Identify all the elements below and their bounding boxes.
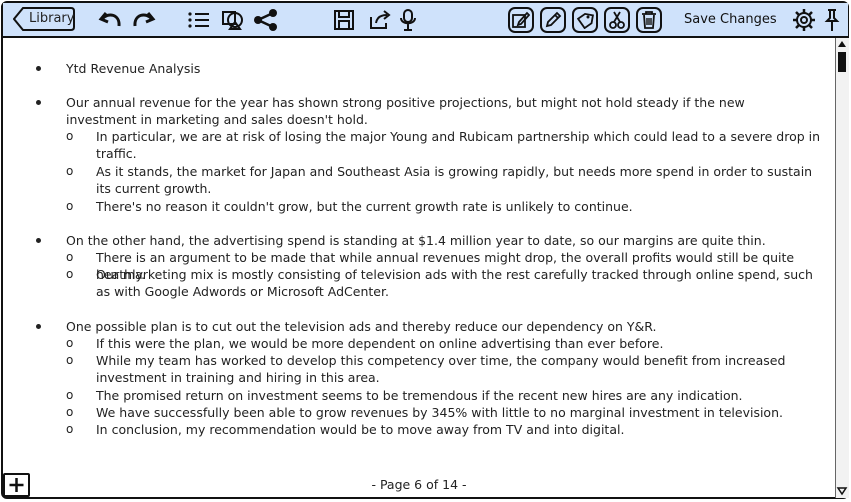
sub-bullet-marker: o xyxy=(66,164,74,178)
vertical-scrollbar[interactable] xyxy=(835,38,849,498)
trash-icon[interactable] xyxy=(636,7,662,33)
sub-bullet-marker: o xyxy=(66,353,74,367)
document-content: Ytd Revenue Analysis Our annual revenue f… xyxy=(3,38,835,496)
page-indicator: - Page 6 of 14 - xyxy=(371,477,467,492)
toolbar: Library Save Changes xyxy=(3,3,848,38)
sub-bullet-text: There's no reason it couldn't grow, but … xyxy=(96,199,633,214)
tag-icon[interactable] xyxy=(572,7,598,33)
plus-icon xyxy=(9,478,24,492)
bulleted-list-icon[interactable] xyxy=(186,6,212,34)
edit-note-icon[interactable] xyxy=(508,7,534,33)
bullet-dot xyxy=(36,66,41,71)
sub-bullet-marker: o xyxy=(66,250,74,264)
bullet-text: Ytd Revenue Analysis xyxy=(66,61,201,76)
library-button-label: Library xyxy=(29,11,75,26)
settings-gear-icon[interactable] xyxy=(791,6,817,34)
pencil-icon[interactable] xyxy=(540,7,566,33)
scrollbar-thumb[interactable] xyxy=(838,52,846,72)
sub-bullet-marker: o xyxy=(66,422,74,436)
shapes-icon[interactable] xyxy=(220,6,246,34)
bullet-dot xyxy=(36,324,41,329)
save-disk-icon[interactable] xyxy=(332,6,356,34)
sub-bullet-text: If this were the plan, we would be more … xyxy=(96,336,664,351)
bullet-text: On the other hand, the advertising spend… xyxy=(66,233,766,248)
sub-bullet-marker: o xyxy=(66,199,74,213)
bullet-text: Our annual revenue for the year has show… xyxy=(66,95,745,127)
sub-bullet-text: In particular, we are at risk of losing … xyxy=(96,129,821,161)
save-changes-button[interactable]: Save Changes xyxy=(684,12,777,27)
sub-bullet-text: While my team has worked to develop this… xyxy=(96,353,786,385)
redo-icon[interactable] xyxy=(129,6,157,34)
sub-bullet-marker: o xyxy=(66,388,74,402)
export-icon[interactable] xyxy=(367,6,393,34)
add-page-button[interactable] xyxy=(3,473,30,497)
bullet-dot xyxy=(36,238,41,243)
sub-bullet-text: We have successfully been able to grow r… xyxy=(96,405,783,420)
sub-bullet-text: Our marketing mix is mostly consisting o… xyxy=(96,267,813,299)
undo-icon[interactable] xyxy=(97,6,125,34)
bullet-dot xyxy=(36,100,41,105)
sub-bullet-marker: o xyxy=(66,405,74,419)
microphone-icon[interactable] xyxy=(397,6,419,34)
sub-bullet-text: The promised return on investment seems … xyxy=(96,388,743,403)
pin-icon[interactable] xyxy=(823,6,841,34)
sub-bullet-marker: o xyxy=(66,336,74,350)
share-icon[interactable] xyxy=(252,6,280,34)
bullet-text: One possible plan is to cut out the tele… xyxy=(66,319,657,334)
sub-bullet-marker: o xyxy=(66,129,74,143)
scroll-down-arrow-icon[interactable] xyxy=(836,485,848,497)
sub-bullet-text: In conclusion, my recommendation would b… xyxy=(96,422,625,437)
sub-bullet-marker: o xyxy=(66,267,74,281)
library-button[interactable]: Library xyxy=(12,7,75,31)
scroll-up-arrow-icon[interactable] xyxy=(836,38,848,50)
scissors-icon[interactable] xyxy=(604,7,630,33)
sub-bullet-text: As it stands, the market for Japan and S… xyxy=(96,164,813,196)
